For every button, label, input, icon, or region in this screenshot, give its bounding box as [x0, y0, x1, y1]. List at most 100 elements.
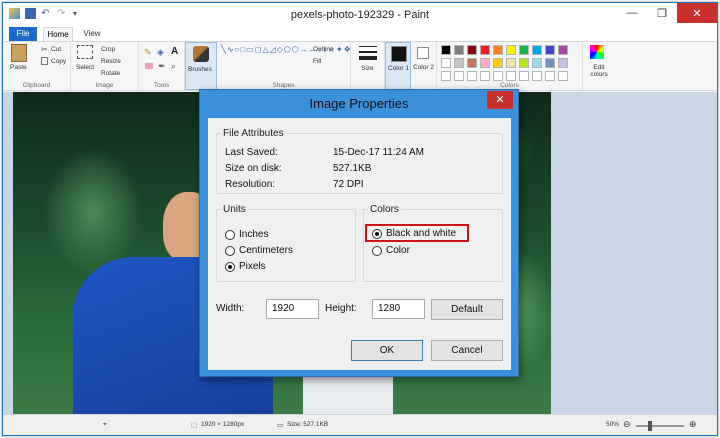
eraser-icon[interactable] — [145, 63, 153, 69]
select-button[interactable]: Select — [76, 64, 94, 71]
palette-swatch[interactable] — [441, 58, 451, 68]
palette-swatch[interactable] — [441, 45, 451, 55]
edit-colors-icon — [590, 45, 604, 59]
ok-button[interactable]: OK — [351, 340, 423, 361]
zoom-in-icon[interactable]: ⊕ — [689, 419, 697, 430]
palette-swatch[interactable] — [493, 58, 503, 68]
palette-swatch[interactable] — [454, 45, 464, 55]
status-dimensions: 1920 × 1280px — [201, 421, 245, 428]
copy-button[interactable]: Copy — [51, 58, 66, 65]
palette-swatch[interactable] — [519, 45, 529, 55]
tab-home[interactable]: Home — [43, 27, 73, 41]
custom-color-slot[interactable] — [519, 71, 529, 81]
shapes-label: Shapes — [272, 82, 295, 89]
palette-swatch[interactable] — [467, 45, 477, 55]
colors-color-radio[interactable]: Color — [372, 245, 410, 256]
palette-swatch[interactable] — [493, 45, 503, 55]
title-bar: ↶ ↷ ▾ pexels-photo-192329 - Paint — ❐ ✕ — [3, 3, 717, 27]
palette-swatch[interactable] — [558, 58, 568, 68]
units-centimeters-radio[interactable]: Centimeters — [225, 245, 293, 256]
radio-icon — [225, 229, 235, 240]
zoom-slider[interactable] — [636, 421, 684, 431]
dialog-close-button[interactable]: ✕ — [487, 91, 513, 109]
magnifier-icon[interactable]: ⌕ — [171, 61, 176, 72]
centimeters-label: Centimeters — [239, 245, 293, 256]
palette-swatch[interactable] — [506, 45, 516, 55]
palette-swatch[interactable] — [480, 58, 490, 68]
tools-label: Tools — [153, 82, 170, 89]
tab-file[interactable]: File — [9, 27, 37, 41]
cancel-button[interactable]: Cancel — [431, 340, 503, 361]
height-field[interactable]: 1280 — [372, 299, 425, 319]
rotate-button[interactable]: Rotate — [101, 70, 120, 77]
palette-swatch[interactable] — [532, 45, 542, 55]
custom-color-slot[interactable] — [441, 71, 451, 81]
image-label: Image — [95, 82, 114, 89]
maximize-button[interactable]: ❐ — [647, 3, 677, 23]
palette-swatch[interactable] — [467, 58, 477, 68]
bw-label: Black and white — [386, 228, 457, 239]
color-picker-icon[interactable]: ✒ — [158, 61, 166, 72]
fill-icon[interactable]: ◈ — [157, 47, 164, 58]
custom-color-slot[interactable] — [467, 71, 477, 81]
edit-colors-label: Edit colors — [590, 64, 608, 78]
size-on-disk-label: Size on disk: — [225, 163, 282, 174]
zoom-slider-thumb[interactable] — [648, 421, 652, 431]
image-properties-dialog: Image Properties ✕ File Attributes Last … — [199, 89, 519, 377]
zoom-level: 50% — [606, 421, 620, 428]
tab-view[interactable]: View — [79, 27, 105, 41]
cut-button[interactable]: Cut — [51, 46, 61, 53]
palette-swatch[interactable] — [545, 45, 555, 55]
crop-button[interactable]: Crop — [101, 46, 115, 53]
paste-button[interactable]: Paste — [10, 64, 27, 71]
custom-color-slot[interactable] — [480, 71, 490, 81]
outline-button[interactable]: Outline — [313, 46, 334, 53]
radio-icon — [372, 245, 382, 256]
size-button[interactable]: Size — [351, 42, 385, 90]
cut-icon[interactable]: ✂ — [41, 45, 48, 54]
palette-swatch[interactable] — [506, 58, 516, 68]
palette-swatch[interactable] — [454, 58, 464, 68]
colors-group-box: Colors — [363, 204, 503, 282]
color1-button[interactable]: Color 1 — [385, 42, 411, 90]
tools-group: ✎ ◈ A ✒ ⌕ Tools — [139, 42, 185, 90]
units-legend: Units — [223, 204, 246, 215]
brushes-button[interactable]: Brushes — [185, 42, 217, 90]
size-icon — [359, 46, 377, 60]
custom-color-slot[interactable] — [558, 71, 568, 81]
color2-button[interactable]: Color 2 — [411, 42, 437, 90]
minimize-button[interactable]: — — [617, 3, 647, 23]
colors-legend: Colors — [370, 204, 399, 215]
units-pixels-radio[interactable]: Pixels — [225, 261, 266, 272]
fill-button[interactable]: Fill — [313, 58, 321, 65]
shapes-gallery[interactable]: ╲∿○□▭◻△◿◇⬠⬡→←↑↓☆✦❖ — [221, 45, 351, 75]
width-field[interactable]: 1920 — [266, 299, 319, 319]
custom-color-slot[interactable] — [545, 71, 555, 81]
pencil-icon[interactable]: ✎ — [144, 47, 152, 58]
custom-color-slot[interactable] — [506, 71, 516, 81]
colors-bw-radio[interactable]: Black and white — [372, 228, 456, 239]
palette-swatch[interactable] — [480, 45, 490, 55]
paste-icon[interactable] — [11, 44, 27, 62]
close-button[interactable]: ✕ — [677, 3, 717, 23]
palette-swatch[interactable] — [558, 45, 568, 55]
edit-colors-button[interactable]: Edit colors — [583, 42, 613, 90]
default-button[interactable]: Default — [431, 299, 503, 320]
palette-swatch[interactable] — [519, 58, 529, 68]
resize-button[interactable]: Resize — [101, 58, 121, 65]
file-attributes-legend: File Attributes — [223, 128, 284, 139]
palette-swatch[interactable] — [545, 58, 555, 68]
radio-selected-icon — [372, 228, 382, 239]
select-icon[interactable] — [77, 45, 93, 59]
color2-swatch — [417, 47, 429, 59]
custom-color-slot[interactable] — [493, 71, 503, 81]
copy-icon[interactable] — [41, 57, 48, 65]
inches-label: Inches — [239, 229, 269, 240]
palette-swatch[interactable] — [532, 58, 542, 68]
custom-color-slot[interactable] — [532, 71, 542, 81]
units-inches-radio[interactable]: Inches — [225, 229, 268, 240]
dialog-body: File Attributes Last Saved: 15-Dec-17 11… — [208, 118, 511, 370]
zoom-out-icon[interactable]: ⊖ — [623, 419, 631, 430]
custom-color-slot[interactable] — [454, 71, 464, 81]
text-tool-icon[interactable]: A — [171, 46, 178, 57]
